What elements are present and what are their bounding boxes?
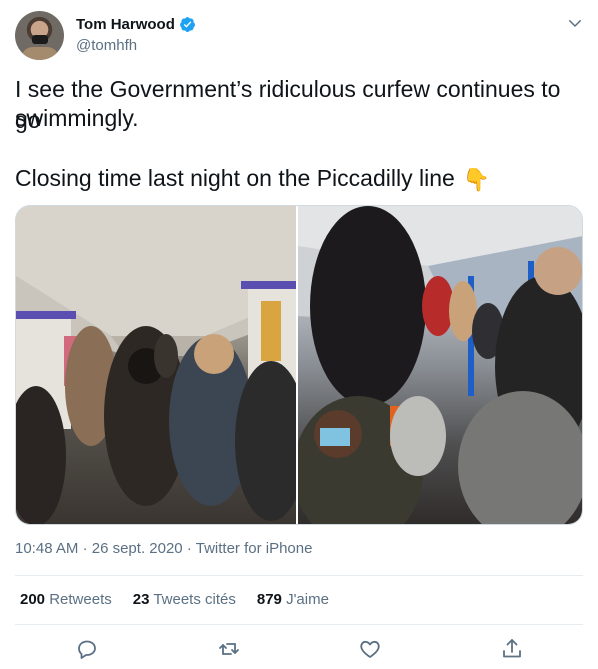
tweet-stats: 200 Retweets 23 Tweets cités 879 J'aime [20, 591, 329, 608]
quotes-label: Tweets cités [153, 591, 236, 608]
tweet-time[interactable]: 10:48 AM [15, 540, 78, 557]
tweet-text-line: Closing time last night on the Piccadill… [15, 163, 585, 195]
author-name[interactable]: Tom Harwood [76, 16, 175, 33]
author-handle[interactable]: @tomhfh [76, 37, 137, 54]
photo-train-carriage-illustration [298, 206, 582, 524]
quotes-stat[interactable]: 23 Tweets cités [133, 591, 236, 608]
avatar[interactable] [15, 11, 64, 60]
retweets-count: 200 [20, 591, 46, 608]
divider [15, 624, 583, 625]
avatar-mask-shape [32, 35, 48, 44]
likes-stat[interactable]: 879 J'aime [257, 591, 329, 608]
divider [15, 575, 583, 576]
like-icon[interactable] [358, 637, 382, 661]
retweets-stat[interactable]: 200 Retweets [20, 591, 112, 608]
tweet-source[interactable]: Twitter for iPhone [196, 540, 313, 557]
media-gallery [15, 205, 583, 525]
retweet-icon[interactable] [217, 637, 241, 661]
likes-label: J'aime [286, 591, 329, 608]
tweet-text-line: swimmingly. [15, 105, 139, 131]
tweet-actions [0, 635, 598, 663]
tweet-metadata: 10:48 AM · 26 sept. 2020 · Twitter for i… [15, 540, 312, 557]
avatar-shirt-shape [21, 47, 59, 60]
likes-count: 879 [256, 591, 282, 608]
chevron-down-icon[interactable] [566, 14, 584, 32]
meta-separator: · [186, 540, 192, 557]
meta-separator: · [82, 540, 88, 557]
author-name-row[interactable]: Tom Harwood [76, 16, 196, 33]
share-icon[interactable] [500, 637, 524, 661]
reply-icon[interactable] [75, 637, 99, 661]
tweet-date[interactable]: 26 sept. 2020 [92, 540, 183, 557]
tweet-text-line-content: Closing time last night on the Piccadill… [15, 165, 455, 191]
tweet: Tom Harwood @tomhfh I see the Government… [0, 0, 598, 669]
quotes-count: 23 [132, 591, 150, 608]
pointing-down-emoji: 👇 [462, 167, 491, 192]
photo-tube-corridor-illustration [16, 206, 296, 524]
retweets-label: Retweets [49, 591, 112, 608]
verified-badge-icon [179, 17, 195, 32]
photo-tube-corridor[interactable] [16, 206, 298, 524]
photo-train-carriage[interactable] [298, 206, 582, 524]
